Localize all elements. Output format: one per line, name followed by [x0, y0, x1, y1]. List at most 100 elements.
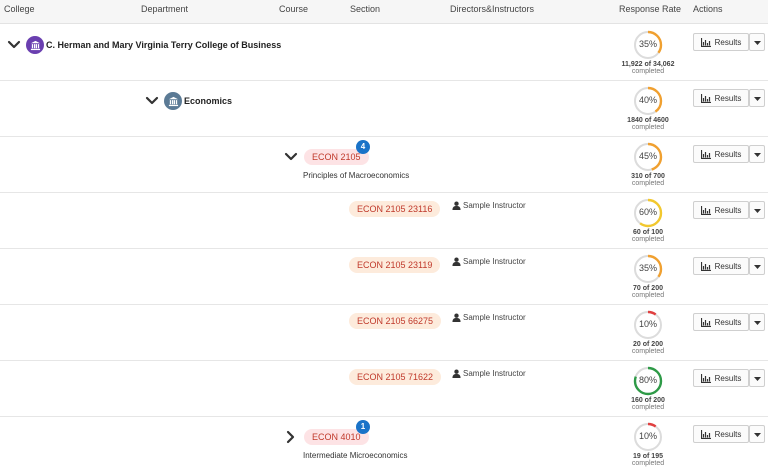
caret-down-icon — [753, 317, 761, 327]
table-row-course: ECON 2105 4 Principles of Macroeconomics 45… — [0, 137, 768, 193]
response-completed-label: completed — [631, 124, 665, 131]
collapse-chevron-icon[interactable] — [145, 94, 159, 108]
caret-down-icon — [753, 373, 761, 383]
instructor-name: Sample Instructor — [463, 369, 526, 378]
caret-down-icon — [753, 149, 761, 159]
header-response-rate: Response Rate — [619, 4, 682, 14]
response-count: 60 of 100 — [633, 229, 663, 236]
response-count: 19 of 195 — [633, 453, 663, 460]
results-button[interactable]: Results — [693, 369, 749, 387]
institution-icon — [26, 36, 44, 54]
bar-chart-icon — [700, 149, 711, 159]
actions-dropdown-button[interactable] — [749, 33, 765, 51]
department-name: Economics — [184, 96, 233, 106]
response-rate: 35% 11,922 of 34,062 completed — [618, 29, 678, 75]
response-count: 1840 of 4600 — [627, 117, 669, 124]
response-count: 310 of 700 — [631, 173, 665, 180]
section-code-pill[interactable]: ECON 2105 23116 — [349, 201, 441, 217]
response-count: 160 of 200 — [631, 397, 665, 404]
header-course: Course — [279, 4, 309, 14]
results-button[interactable]: Results — [693, 201, 749, 219]
bar-chart-icon — [700, 37, 711, 47]
collapse-chevron-icon[interactable] — [284, 150, 298, 164]
response-rate: 10% 20 of 200 completed — [618, 309, 678, 355]
results-button[interactable]: Results — [693, 33, 749, 51]
table-row-section: ECON 2105 71622 Sample Instructor 80% 160 o… — [0, 361, 768, 417]
response-rate: 40% 1840 of 4600 completed — [618, 85, 678, 131]
results-button[interactable]: Results — [693, 425, 749, 443]
instructor: Sample Instructor — [452, 369, 526, 378]
table-row-department: Economics 40% 1840 of 4600 completed Results — [0, 81, 768, 137]
expand-chevron-icon[interactable] — [284, 430, 298, 444]
response-count: 70 of 200 — [633, 285, 663, 292]
response-rate-percent: 80% — [638, 375, 657, 385]
response-rate-percent: 10% — [638, 319, 657, 329]
results-label: Results — [714, 373, 742, 383]
results-button[interactable]: Results — [693, 257, 749, 275]
results-label: Results — [714, 317, 742, 327]
course-title: Principles of Macroeconomics — [303, 171, 410, 180]
header-college: College — [4, 4, 35, 14]
bar-chart-icon — [700, 205, 711, 215]
section-code-pill[interactable]: ECON 2105 71622 — [349, 369, 442, 385]
results-label: Results — [714, 93, 742, 103]
results-button[interactable]: Results — [693, 89, 749, 107]
results-label: Results — [714, 261, 742, 271]
response-rate-percent: 60% — [638, 207, 657, 217]
response-count: 20 of 200 — [633, 341, 663, 348]
response-rate: 45% 310 of 700 completed — [618, 141, 678, 187]
bar-chart-icon — [700, 317, 711, 327]
response-completed-label: completed — [631, 348, 665, 355]
bar-chart-icon — [700, 429, 711, 439]
instructor-name: Sample Instructor — [463, 313, 526, 322]
response-rate: 10% 19 of 195 completed — [618, 421, 678, 467]
section-code-pill[interactable]: ECON 2105 23119 — [349, 257, 441, 273]
response-rate-percent: 35% — [638, 39, 657, 49]
response-rate-percent: 40% — [638, 95, 657, 105]
response-completed-label: completed — [631, 292, 665, 299]
user-icon — [452, 201, 461, 210]
actions-dropdown-button[interactable] — [749, 369, 765, 387]
response-count: 11,922 of 34,062 — [621, 61, 675, 68]
actions-dropdown-button[interactable] — [749, 201, 765, 219]
section-count-badge: 4 — [356, 140, 370, 154]
results-label: Results — [714, 149, 742, 159]
bar-chart-icon — [700, 261, 711, 271]
results-label: Results — [714, 429, 742, 439]
table-row-college: C. Herman and Mary Virginia Terry Colleg… — [0, 25, 768, 81]
results-label: Results — [714, 37, 742, 47]
results-button[interactable]: Results — [693, 145, 749, 163]
header-section: Section — [350, 4, 381, 14]
bar-chart-icon — [700, 373, 711, 383]
collapse-chevron-icon[interactable] — [7, 38, 21, 52]
user-icon — [452, 313, 461, 322]
actions-dropdown-button[interactable] — [749, 145, 765, 163]
user-icon — [452, 257, 461, 266]
response-rate-percent: 35% — [638, 263, 657, 273]
header-actions: Actions — [693, 4, 723, 14]
actions-dropdown-button[interactable] — [749, 89, 765, 107]
actions-dropdown-button[interactable] — [749, 313, 765, 331]
response-completed-label: completed — [631, 404, 665, 411]
section-code-pill[interactable]: ECON 2105 66275 — [349, 313, 442, 329]
table-row-course: ECON 4010 1 Intermediate Microeconomics 10%… — [0, 417, 768, 469]
instructor-name: Sample Instructor — [463, 201, 526, 210]
caret-down-icon — [753, 205, 761, 215]
table-row-section: ECON 2105 66275 Sample Instructor 10% 20 of… — [0, 305, 768, 361]
table-row-section: ECON 2105 23116 Sample Instructor 60% 60 of… — [0, 193, 768, 249]
response-rate: 35% 70 of 200 completed — [618, 253, 678, 299]
course-title: Intermediate Microeconomics — [303, 451, 408, 460]
table-row-section: ECON 2105 23119 Sample Instructor 35% 70 of… — [0, 249, 768, 305]
actions-dropdown-button[interactable] — [749, 425, 765, 443]
caret-down-icon — [753, 37, 761, 47]
bar-chart-icon — [700, 93, 711, 103]
actions-dropdown-button[interactable] — [749, 257, 765, 275]
results-button[interactable]: Results — [693, 313, 749, 331]
response-completed-label: completed — [631, 68, 665, 75]
institution-icon — [164, 92, 182, 110]
instructor-name: Sample Instructor — [463, 257, 526, 266]
instructor: Sample Instructor — [452, 201, 526, 210]
response-rate: 60% 60 of 100 completed — [618, 197, 678, 243]
table-header: College Department Course Section Direct… — [0, 0, 768, 24]
response-completed-label: completed — [631, 180, 665, 187]
